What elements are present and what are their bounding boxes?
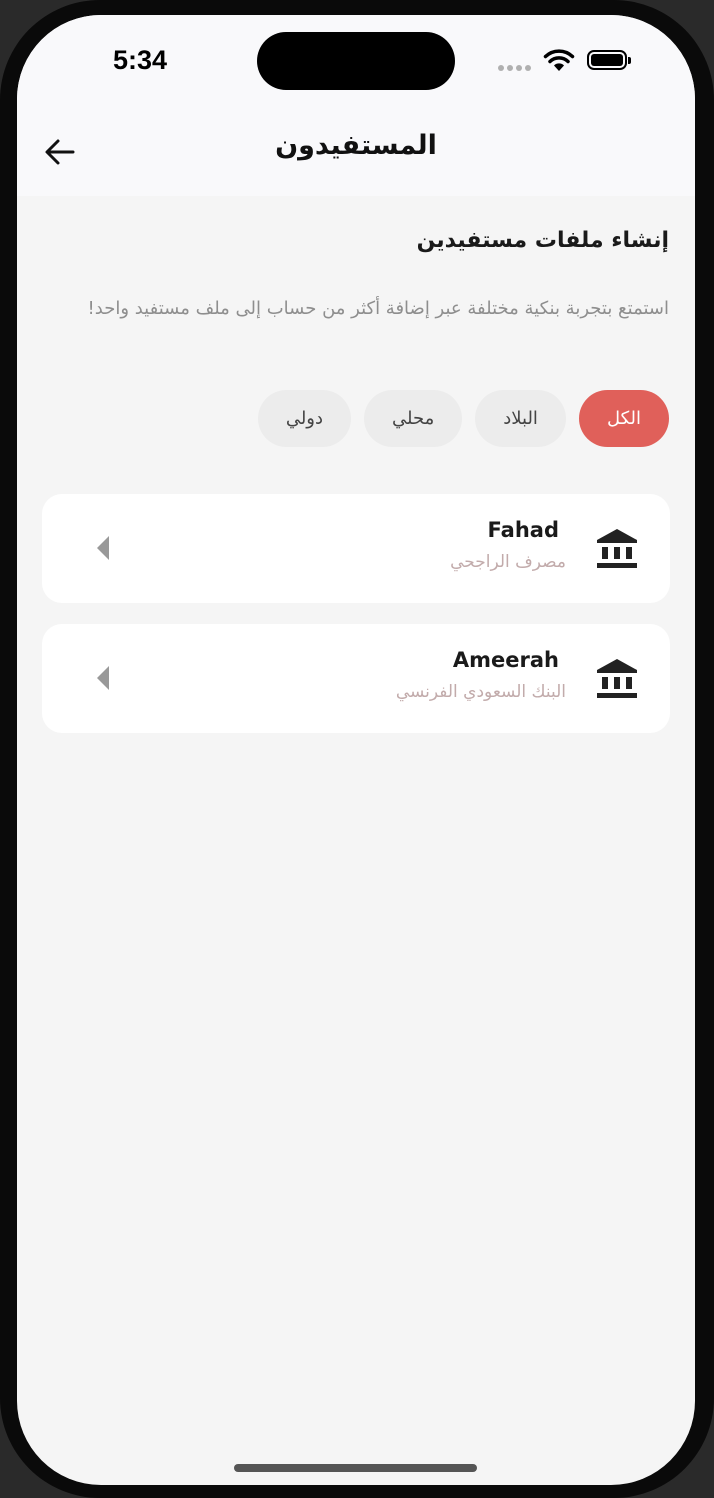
top-bar: 5:34 المستفيدون <box>17 15 695 196</box>
home-indicator[interactable] <box>234 1464 477 1472</box>
dynamic-island <box>257 32 455 90</box>
page-title: المستفيدون <box>275 130 437 161</box>
beneficiary-card[interactable]: Fahad مصرف الراجحي <box>42 494 670 603</box>
filter-chip-all[interactable]: الكل <box>578 390 669 447</box>
status-time: 5:34 <box>113 45 168 75</box>
filter-chips: الكل البلاد محلي دولي <box>257 390 669 447</box>
section-heading: إنشاء ملفات مستفيدين <box>416 228 669 253</box>
beneficiary-bank: مصرف الراجحي <box>450 552 566 572</box>
bank-icon <box>597 529 637 568</box>
beneficiary-card[interactable]: Ameerah البنك السعودي الفرنسي <box>42 624 670 733</box>
filter-chip-country[interactable]: البلاد <box>475 390 566 447</box>
chevron-left-icon <box>97 666 109 690</box>
cellular-signal-icon <box>498 65 531 71</box>
filter-chip-local[interactable]: محلي <box>364 390 463 447</box>
beneficiary-name: Ameerah <box>452 648 559 672</box>
screen: 5:34 المستفيدون إنشاء ملفات مستفيدين است… <box>17 15 695 1485</box>
beneficiary-name: Fahad <box>487 518 559 542</box>
wifi-icon <box>543 49 575 71</box>
chevron-left-icon <box>97 536 109 560</box>
section-description: استمتع بتجربة بنكية مختلفة عبر إضافة أكث… <box>87 298 669 319</box>
battery-icon <box>587 50 631 70</box>
filter-chip-international[interactable]: دولي <box>257 390 352 447</box>
beneficiary-bank: البنك السعودي الفرنسي <box>395 682 566 702</box>
bank-icon <box>597 659 637 698</box>
